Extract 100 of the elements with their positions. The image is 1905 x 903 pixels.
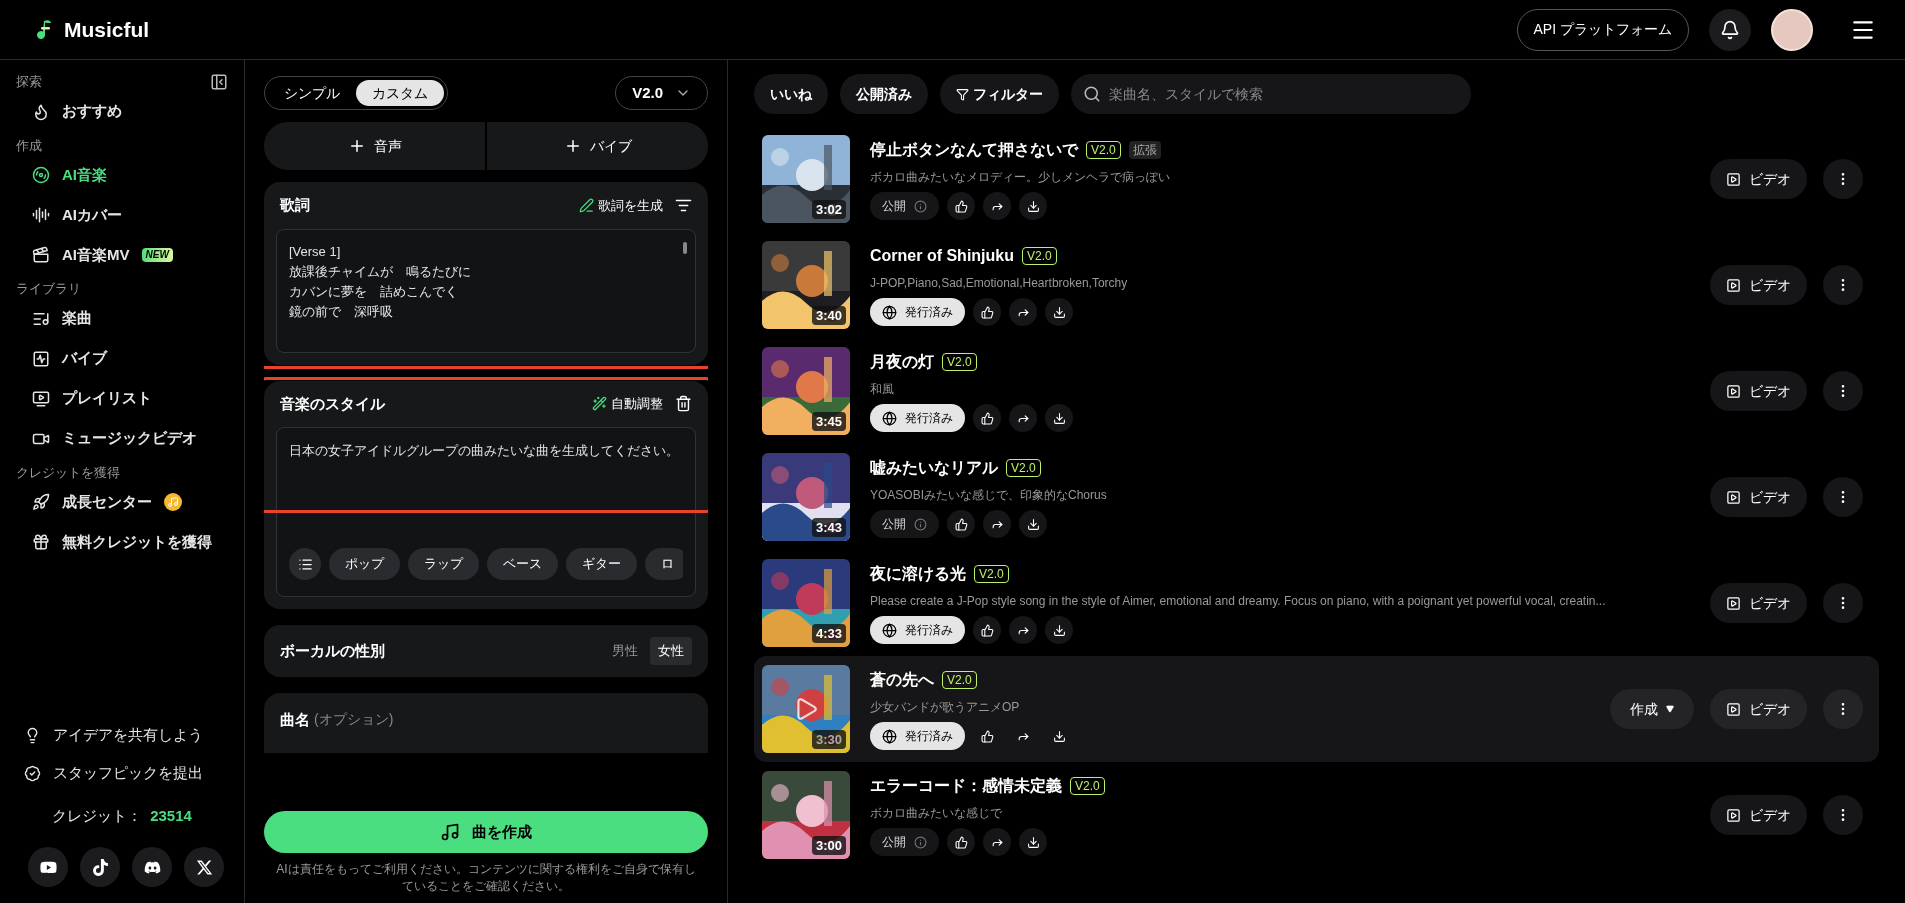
published-status-button[interactable]: 発行済み [870,404,965,432]
like-button[interactable] [973,404,1001,432]
filter-button[interactable]: いいね [754,74,828,114]
song-row[interactable]: 3:40 Corner of Shinjuku V2.0 J-POP,Piano,Sad,Emotional,Heartbroken,Torchy 発行済み ビデオ [754,232,1879,338]
sidebar-item[interactable]: ミュージックビデオ [16,418,228,459]
like-button[interactable] [947,510,975,538]
search-field[interactable]: 楽曲名、スタイルで検索 [1071,74,1471,114]
like-button[interactable] [973,298,1001,326]
published-status-button[interactable]: 発行済み [870,722,965,750]
lyrics-field[interactable]: [Verse 1] 放課後チャイムが 鳴るたびに カバンに夢を 詰めこんでく 鏡の前で 深呼吸 [276,228,696,353]
item-label: AI音楽MV [62,244,130,265]
info-icon [914,835,927,849]
published-status-button[interactable]: 発行済み [870,616,965,644]
sidebar-item[interactable]: 成長センター [16,482,228,522]
info-icon [914,199,927,213]
song-row[interactable]: 4:33 夜に溶ける光 V2.0 Please create a J-Pop style song in the style of Aimer, emotional and dreamy. Focus on piano, with a poignant yet powerful vocal, creatin... 発行済み ビデオ [754,550,1879,656]
download-button[interactable] [1019,192,1047,220]
share-button[interactable] [1009,404,1037,432]
video-button[interactable]: ビデオ [1710,371,1807,411]
song-row[interactable]: 3:43 嘘みたいなリアル V2.0 YOASOBIみたいな感じで、印象的なChorus 公開 ビデオ [754,444,1879,550]
download-button[interactable] [1045,298,1073,326]
style-chip[interactable]: ギター [566,548,637,580]
sidebar-item[interactable]: おすすめ [16,91,228,132]
song-title[interactable]: 停止ボタンなんて押さないで [870,138,1078,162]
pen-icon [579,197,594,213]
tiktok-icon[interactable] [80,847,120,887]
public-status-button[interactable]: 公開 [870,510,939,538]
download-button[interactable] [1045,616,1073,644]
filter-button[interactable]: フィルター [940,74,1059,114]
song-title[interactable]: 夜に溶ける光 [870,562,966,586]
like-button[interactable] [947,828,975,856]
video-button[interactable]: ビデオ [1710,265,1807,305]
style-chip[interactable]: ベース [487,548,558,580]
discord-icon[interactable] [132,847,172,887]
video-button[interactable]: ビデオ [1710,583,1807,623]
download-button[interactable] [1019,510,1047,538]
action-button[interactable]: 歌詞を生成 [579,195,663,215]
version-tag: V2.0 [942,353,977,371]
song-title[interactable]: Corner of Shinjuku [870,244,1014,268]
song-row[interactable]: 3:00 エラーコード：感情未定義 V2.0 ボカロ曲みたいな感じで 公開 ビデオ [754,762,1879,868]
video-button[interactable]: ビデオ [1710,477,1807,517]
youtube-icon[interactable] [28,847,68,887]
create-song-button[interactable]: 曲を作成 [264,811,708,853]
search-input[interactable]: 楽曲名、スタイルで検索 [1109,83,1459,105]
video-button[interactable]: ビデオ [1710,689,1807,729]
download-button[interactable] [1045,404,1073,432]
video-button[interactable]: ビデオ [1710,159,1807,199]
song-title[interactable]: 月夜の灯 [870,350,934,374]
mode-tab[interactable]: シンプル [268,80,356,106]
video-button[interactable]: ビデオ [1710,795,1807,835]
public-status-button[interactable]: 公開 [870,828,939,856]
sidebar-item[interactable]: AI音楽MV NEW [16,235,228,275]
song-row[interactable]: 3:30 蒼の先へ V2.0 少女バンドが歌うアニメOP 発行済み 作成 ビデオ [754,656,1879,762]
song-row[interactable]: 3:02 停止ボタンなんて押さないで V2.0 拡張 ボカロ曲みたいなメロディー。少しメンヘラで病っぽい 公開 ビデオ [754,126,1879,232]
gender-option[interactable]: 女性 [650,637,692,665]
song-title[interactable]: エラーコード：感情未定義 [870,774,1062,798]
scrollbar[interactable] [683,241,687,254]
trash-icon[interactable] [675,395,692,413]
collapse-sidebar-icon[interactable] [210,72,228,91]
style-chip[interactable]: ロ [645,548,683,580]
add-button[interactable]: バイブ [487,122,708,170]
avatar[interactable] [1771,8,1813,51]
x-icon[interactable] [184,847,224,887]
style-field[interactable]: 日本の女子アイドルグループの曲みたいな曲を生成してください。 ポップ ラップ ベース ギター ロ [276,427,696,597]
sidebar-item[interactable]: AI音楽 [16,155,228,195]
sidebar-item[interactable]: バイブ [16,338,228,379]
section-title: 音楽のスタイル [280,393,385,414]
style-chip[interactable]: ラップ [408,548,479,580]
gender-option[interactable]: 男性 [604,637,646,665]
style-chip[interactable]: ポップ [329,548,400,580]
sidebar-item[interactable]: AIカバー [16,195,228,235]
published-status-button[interactable]: 発行済み [870,298,965,326]
action-button[interactable]: 自動調整 [592,394,663,414]
tag-list-button[interactable] [289,548,321,580]
filter-button[interactable]: 公開済み [840,74,928,114]
notification-button[interactable] [1709,8,1751,51]
lyrics-line: [Verse 1] [289,242,341,261]
share-button[interactable] [983,192,1011,220]
extend-tag: 拡張 [1128,141,1161,159]
sidebar-item[interactable]: 楽曲 [16,298,228,339]
share-button[interactable] [983,510,1011,538]
song-title[interactable]: 嘘みたいなリアル [870,456,998,480]
song-title[interactable]: 蒼の先へ [870,668,934,692]
song-row[interactable]: 3:45 月夜の灯 V2.0 和風 発行済み ビデオ [754,338,1879,444]
sidebar-item[interactable]: プレイリスト [16,378,228,419]
footer-link[interactable]: スタッフピックを提出 [16,754,228,793]
like-button[interactable] [973,616,1001,644]
create-menu-button[interactable]: 作成 [1610,689,1694,729]
like-button[interactable] [947,192,975,220]
sidebar-item[interactable]: 無料クレジットを獲得 [16,522,228,562]
share-button[interactable] [1009,298,1037,326]
lyrics-line: カバンに夢を 詰めこんでく [289,282,458,301]
footer-link[interactable]: アイデアを共有しよう [16,716,228,755]
add-button[interactable]: 音声 [264,122,485,170]
waveform-icon [32,206,50,224]
share-button[interactable] [983,828,1011,856]
mode-tab[interactable]: カスタム [356,80,444,106]
share-button[interactable] [1009,616,1037,644]
public-status-button[interactable]: 公開 [870,192,939,220]
download-button[interactable] [1019,828,1047,856]
